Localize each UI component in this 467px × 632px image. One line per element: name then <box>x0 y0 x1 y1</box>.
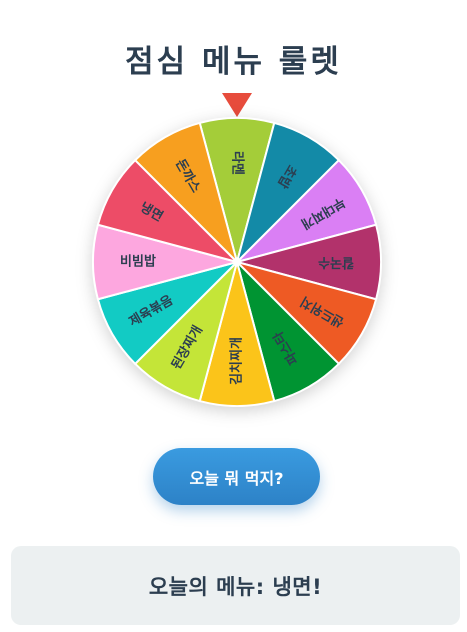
result-panel: 오늘의 메뉴: 냉면! <box>11 546 460 625</box>
wheel-hub <box>234 259 240 265</box>
roulette-wheel[interactable]: 라멘 초밥 부대찌개 칼국수 샌드위치 파스타 김치찌개 된장찌개 제육볶음 비빔밥 냉면 돈까스 <box>92 117 382 407</box>
wheel-segment-label: 비빔밥 <box>120 254 156 270</box>
wheel-segment-label: 김치찌개 <box>229 337 245 385</box>
pointer-indicator <box>222 93 252 117</box>
wheel-segment-label: 칼국수 <box>318 255 354 270</box>
page-title: 점심 메뉴 룰렛 <box>125 44 342 80</box>
spin-button[interactable]: 오늘 뭐 먹지? <box>153 448 320 505</box>
result-text: 오늘의 메뉴: 냉면! <box>148 574 323 599</box>
roulette-wheel-graphic: 라멘 초밥부대찌개칼국수샌드위치파스타김치찌개된장찌개제육볶음비빔밥냉면돈까스 <box>92 117 382 407</box>
wheel-segment-label: 라멘 <box>230 151 246 175</box>
